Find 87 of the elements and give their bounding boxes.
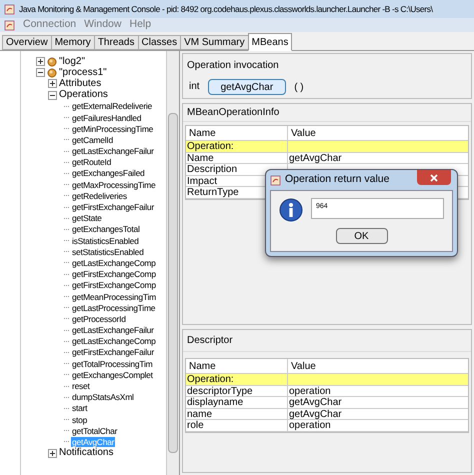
tree-leaf[interactable]: getFirstExchangeFailur xyxy=(71,347,155,358)
tree-node[interactable]: Operations xyxy=(59,90,108,100)
tab[interactable]: Classes xyxy=(138,35,180,50)
tree-leaf[interactable]: getFirstExchangeComp xyxy=(71,269,157,280)
tab[interactable]: VM Summary xyxy=(180,35,248,50)
tree-node[interactable]: Attributes xyxy=(59,78,102,89)
tree-leaf[interactable]: getExchangesTotal xyxy=(71,224,141,234)
tree-leaf[interactable]: reset xyxy=(71,381,91,392)
table-cell: Name xyxy=(187,152,214,164)
tree-leaf[interactable]: getFailuresHandled xyxy=(71,112,142,123)
table-cell: Operation: xyxy=(187,374,234,385)
tree-leaf[interactable]: getTotalChar xyxy=(71,426,118,436)
tree-node[interactable]: Notifications xyxy=(59,448,114,458)
tree-leaf[interactable]: getMeanProcessingTim xyxy=(71,292,157,302)
tree-leaf[interactable]: getLastProcessingTime xyxy=(71,302,156,313)
menu-item[interactable]: Connection xyxy=(23,17,76,33)
tab[interactable]: MBeans xyxy=(248,33,292,51)
params-label: ( ) xyxy=(294,80,304,94)
bean-icon xyxy=(47,56,57,67)
tree-leaf[interactable]: getLastExchangeFailur xyxy=(71,146,155,156)
close-icon xyxy=(430,174,438,182)
tree-leaf[interactable]: dumpStatsAsXml xyxy=(71,392,135,402)
tree-leaf[interactable]: getExchangesFailed xyxy=(71,168,146,178)
tree-leaf[interactable]: getLastExchangeComp xyxy=(71,258,157,268)
column-header[interactable]: Value xyxy=(288,126,468,140)
table-cell: getAvgChar xyxy=(289,408,342,420)
expand-icon[interactable] xyxy=(48,79,57,88)
java-app-icon xyxy=(4,4,15,14)
tree-leaf[interactable]: getRouteId xyxy=(71,157,112,168)
column-header[interactable]: Name xyxy=(186,359,288,373)
tree-leaf[interactable]: stop xyxy=(71,414,88,425)
tree-leaf[interactable]: getFirstExchangeFailur xyxy=(71,202,155,212)
tree-leaf[interactable]: isStatisticsEnabled xyxy=(71,236,140,246)
column-header[interactable]: Name xyxy=(186,126,288,140)
tree-leaf[interactable]: getTotalProcessingTim xyxy=(71,358,154,369)
scrollbar-thumb[interactable] xyxy=(168,113,178,453)
tree-node[interactable]: "log2" xyxy=(59,56,86,67)
section-title: Operation invocation xyxy=(187,59,280,73)
tree-leaf[interactable]: getRedeliveries xyxy=(71,190,128,201)
column-header[interactable]: Value xyxy=(288,359,468,373)
invoke-button[interactable]: getAvgChar xyxy=(208,79,286,95)
java-app-icon xyxy=(4,20,15,30)
tree-leaf[interactable]: getProcessorId xyxy=(71,314,127,324)
tree-leaf[interactable]: getState xyxy=(71,213,103,224)
table-cell: ReturnType xyxy=(187,187,239,198)
scrollbar[interactable] xyxy=(166,51,179,475)
tree-leaf[interactable]: getLastExchangeFailur xyxy=(71,325,155,336)
tree-leaf[interactable]: start xyxy=(71,403,88,414)
tree-leaf[interactable]: getCamelId xyxy=(71,134,114,145)
table-cell: Operation: xyxy=(187,141,234,152)
expand-icon[interactable] xyxy=(36,57,45,66)
table-cell: Impact xyxy=(187,176,218,186)
tree-leaf[interactable]: getExternalRedeliverie xyxy=(71,101,154,112)
table-cell: getAvgChar xyxy=(289,152,342,164)
table-cell: descriptorType xyxy=(187,386,253,396)
table-cell: name xyxy=(187,408,212,420)
tree-node[interactable]: "process1" xyxy=(59,68,107,78)
dialog-title: Operation return value xyxy=(285,172,390,188)
expand-icon[interactable] xyxy=(48,448,57,458)
tree-leaf[interactable]: getMinProcessingTime xyxy=(71,124,154,134)
menu-item[interactable]: Help xyxy=(129,17,152,33)
table-cell: operation xyxy=(289,420,331,431)
bean-icon xyxy=(47,68,57,78)
table-cell: getAvgChar xyxy=(289,397,342,408)
table-cell: Description xyxy=(187,164,238,175)
ok-button[interactable]: OK xyxy=(336,228,388,244)
collapse-icon[interactable] xyxy=(48,90,57,100)
close-button[interactable] xyxy=(417,170,451,185)
tree-leaf[interactable]: getLastExchangeComp xyxy=(71,336,157,346)
tree-leaf[interactable]: getExchangesComplet xyxy=(71,370,154,380)
table-cell: displayname xyxy=(187,397,244,408)
info-icon xyxy=(279,198,303,222)
tree-leaf[interactable]: getFirstExchangeComp xyxy=(71,280,157,290)
window-title: Java Monitoring & Management Console - pid: 8492 org.codehaus.plexus.classworlds.launcher.Launcher -B -s C:\Users\ xyxy=(19,2,433,16)
section-title: MBeanOperationInfo xyxy=(183,104,471,122)
table-cell: role xyxy=(187,420,204,431)
menu-item[interactable]: Window xyxy=(84,17,122,33)
table-cell: operation xyxy=(289,386,331,396)
java-app-icon xyxy=(270,174,281,186)
return-type-label: int xyxy=(189,80,200,94)
tab[interactable]: Threads xyxy=(94,35,138,50)
section-title: Descriptor xyxy=(183,330,471,352)
tab[interactable]: Memory xyxy=(50,35,94,50)
tree-leaf[interactable]: setStatisticsEnabled xyxy=(71,246,145,257)
tree-leaf[interactable]: getMaxProcessingTime xyxy=(71,180,156,190)
collapse-icon[interactable] xyxy=(36,68,45,78)
tab[interactable]: Overview xyxy=(2,35,51,50)
